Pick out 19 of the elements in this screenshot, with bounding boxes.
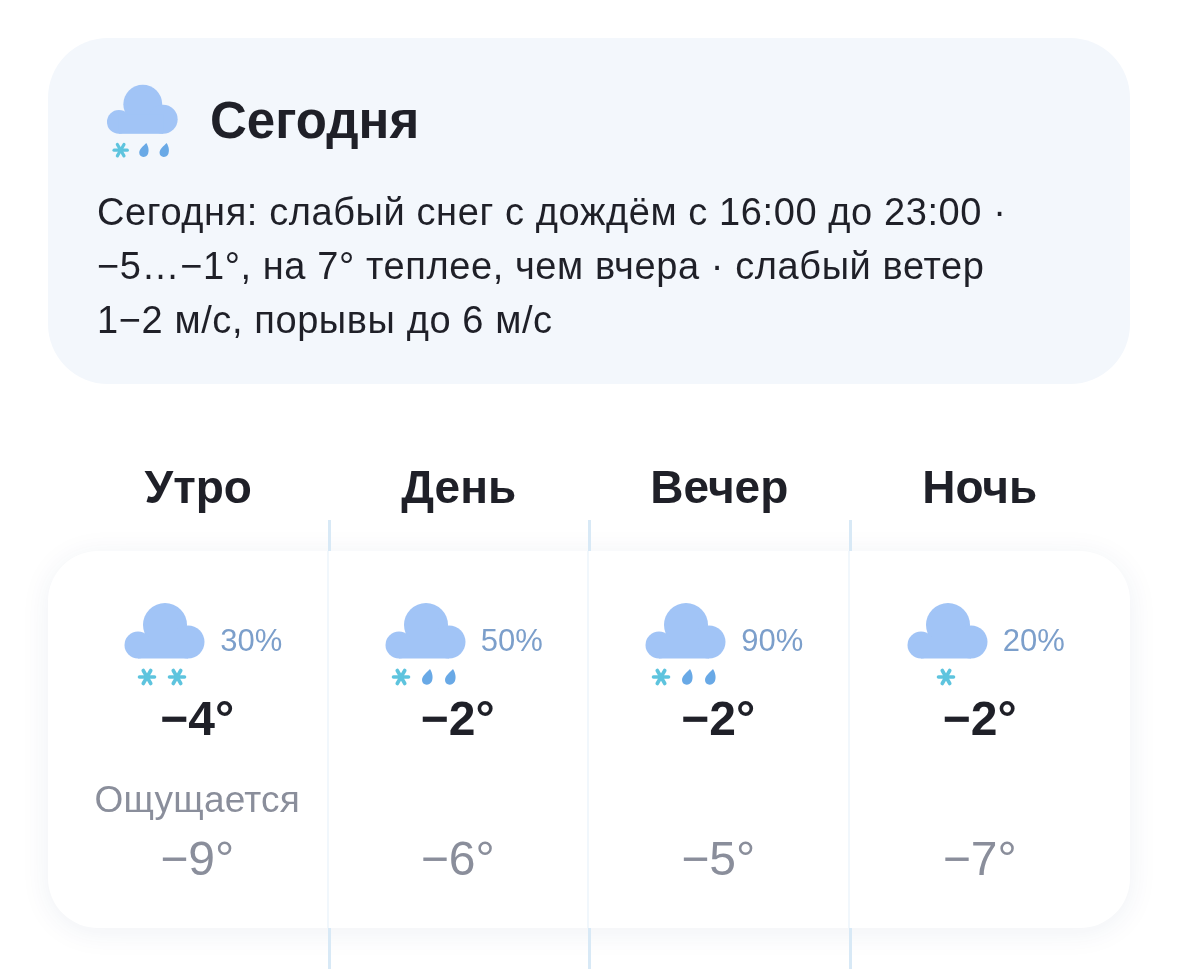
temperature: −2° (420, 691, 495, 747)
temperature: −4° (160, 691, 235, 747)
feels-like-temperature: −9° (160, 831, 235, 887)
period-heading: День (400, 460, 518, 515)
feels-like-temperature: −5° (681, 831, 756, 887)
temperature: −2° (942, 691, 1017, 747)
summary-text: Сегодня: слабый снег с дождём с 16:00 до 23:00 · −5…−1°, на 7° теплее, чем вчера · слабый ветер 1−2 м/с, порывы до 6 м/с (97, 190, 1008, 343)
period-heading: Ночь (921, 460, 1039, 515)
precipitation-chance: 30% (220, 623, 283, 659)
summary-title: Сегодня (210, 91, 420, 151)
temperature: −2° (681, 691, 756, 747)
feels-like-label: Ощущается (94, 778, 300, 822)
period-heading: Вечер (649, 460, 790, 515)
feels-like-temperature: −7° (942, 831, 1017, 887)
precipitation-chance: 50% (480, 623, 543, 659)
period-heading: Утро (143, 460, 253, 515)
precipitation-chance: 90% (741, 623, 804, 659)
precipitation-chance: 20% (1002, 623, 1065, 659)
feels-like-temperature: −6° (420, 831, 495, 887)
